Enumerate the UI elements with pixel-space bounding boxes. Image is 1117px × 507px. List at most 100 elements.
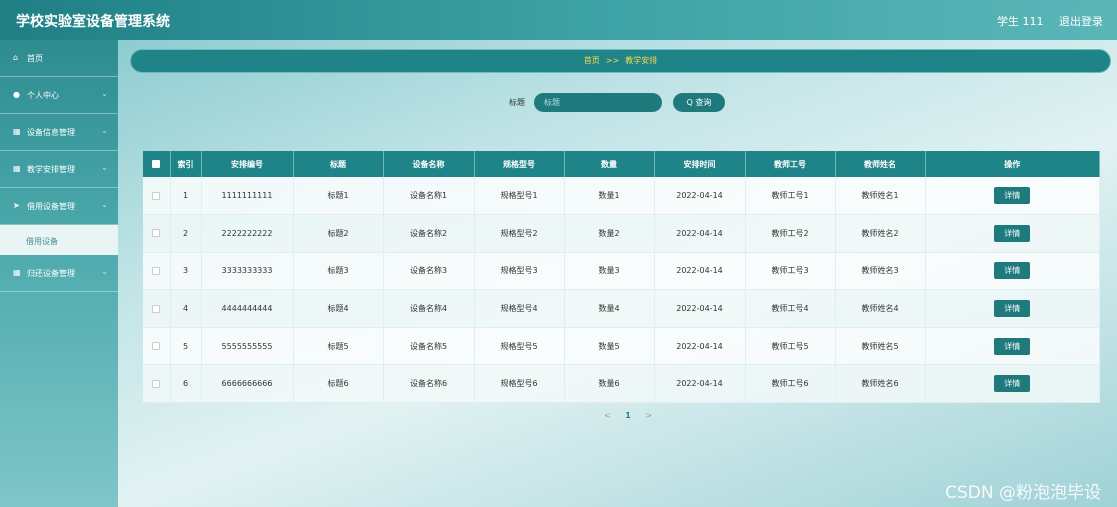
table-cell: 规格型号3 xyxy=(474,252,565,291)
table-cell: 5 xyxy=(170,327,202,366)
detail-button[interactable]: 详情 xyxy=(994,337,1031,355)
detail-button[interactable]: 详情 xyxy=(994,187,1031,205)
row-checkbox[interactable] xyxy=(152,191,161,200)
detail-button[interactable]: 详情 xyxy=(994,375,1031,393)
sidebar-item-equipment-info[interactable]: ▦ 设备信息管理 ⌄ xyxy=(0,114,118,151)
table-row: 4 4444444444 标题4 设备名称4 规格型号4 数量4 2022-04-14 教师工… xyxy=(143,289,1100,328)
select-all-checkbox[interactable] xyxy=(152,160,161,168)
logout-link[interactable]: 退出登录 xyxy=(1059,15,1103,28)
table-cell: 教师工号1 xyxy=(745,177,836,216)
table-cell: 教师姓名5 xyxy=(835,327,926,366)
table-cell: 标题1 xyxy=(293,177,384,216)
row-checkbox[interactable] xyxy=(152,229,161,238)
table-cell: 3 xyxy=(170,252,202,291)
table-cell: 教师姓名4 xyxy=(835,289,926,328)
table-cell: 1 xyxy=(170,177,202,216)
action-cell: 详情 xyxy=(925,252,1100,291)
table-cell: 教师姓名3 xyxy=(835,252,926,291)
table-cell: 标题3 xyxy=(293,252,384,291)
table-cell: 教师工号2 xyxy=(745,214,836,253)
sidebar-item-teaching-schedule[interactable]: ▦ 教学安排管理 ⌄ xyxy=(0,151,118,188)
row-select-cell xyxy=(143,177,171,216)
grid-icon: ▦ xyxy=(13,164,21,173)
query-button[interactable]: Q 查询 xyxy=(673,93,725,112)
table-cell: 规格型号1 xyxy=(474,177,565,216)
table-row: 3 3333333333 标题3 设备名称3 规格型号3 数量3 2022-04-14 教师工… xyxy=(143,252,1100,291)
table-cell: 教师工号5 xyxy=(745,327,836,366)
row-select-cell xyxy=(143,327,171,366)
action-cell: 详情 xyxy=(925,364,1100,404)
sidebar-item-label: 借用设备管理 xyxy=(27,202,75,211)
current-page[interactable]: 1 xyxy=(625,411,631,420)
grid-icon: ▦ xyxy=(13,127,21,136)
chevron-down-icon: ⌄ xyxy=(101,126,108,135)
pagination: < 1 > xyxy=(598,411,658,420)
search-input[interactable] xyxy=(534,93,662,112)
sidebar-subitem-borrow[interactable]: 借用设备 xyxy=(0,225,118,255)
column-header: 安排编号 xyxy=(201,151,294,177)
table-cell: 教师工号6 xyxy=(745,364,836,404)
row-checkbox[interactable] xyxy=(152,342,161,351)
breadcrumb: 首页 >> 教学安排 xyxy=(130,49,1111,73)
row-checkbox[interactable] xyxy=(152,304,161,313)
action-cell: 详情 xyxy=(925,177,1100,216)
sidebar-item-label: 设备信息管理 xyxy=(27,128,75,137)
send-icon: ➤ xyxy=(13,201,20,210)
data-table: 索引 安排编号 标题 设备名称 规格型号 数量 安排时间 教师工号 教师姓名 操… xyxy=(143,151,1100,404)
data-table-container: 索引 安排编号 标题 设备名称 规格型号 数量 安排时间 教师工号 教师姓名 操… xyxy=(143,151,1100,404)
next-page-button[interactable]: > xyxy=(645,411,652,420)
table-cell: 规格型号4 xyxy=(474,289,565,328)
chevron-down-icon: ⌄ xyxy=(101,200,108,209)
sidebar-item-label: 首页 xyxy=(27,54,43,63)
table-cell: 数量3 xyxy=(564,252,655,291)
select-all-header xyxy=(143,151,171,177)
table-cell: 2022-04-14 xyxy=(654,177,746,216)
breadcrumb-home[interactable]: 首页 xyxy=(584,56,600,65)
sidebar-item-borrow-equipment[interactable]: ➤ 借用设备管理 ⌄ xyxy=(0,188,118,225)
detail-button[interactable]: 详情 xyxy=(994,262,1031,280)
detail-button[interactable]: 详情 xyxy=(994,224,1031,242)
sidebar-item-label: 教学安排管理 xyxy=(27,165,75,174)
table-cell: 2022-04-14 xyxy=(654,364,746,404)
table-cell: 设备名称4 xyxy=(383,289,475,328)
row-select-cell xyxy=(143,214,171,253)
table-cell: 3333333333 xyxy=(201,252,294,291)
app-title: 学校实验室设备管理系统 xyxy=(16,14,170,30)
prev-page-button[interactable]: < xyxy=(604,411,611,420)
table-cell: 标题6 xyxy=(293,364,384,404)
row-select-cell xyxy=(143,289,171,328)
table-cell: 规格型号6 xyxy=(474,364,565,404)
column-header: 标题 xyxy=(293,151,384,177)
table-cell: 2022-04-14 xyxy=(654,327,746,366)
table-cell: 规格型号2 xyxy=(474,214,565,253)
row-checkbox[interactable] xyxy=(152,379,161,388)
row-checkbox[interactable] xyxy=(152,266,161,275)
table-cell: 规格型号5 xyxy=(474,327,565,366)
table-cell: 1111111111 xyxy=(201,177,294,216)
user-box: 学生 111 退出登录 xyxy=(985,13,1103,29)
action-cell: 详情 xyxy=(925,214,1100,253)
action-cell: 详情 xyxy=(925,289,1100,328)
detail-button[interactable]: 详情 xyxy=(994,300,1031,318)
table-cell: 数量2 xyxy=(564,214,655,253)
table-cell: 数量6 xyxy=(564,364,655,404)
table-body: 1 1111111111 标题1 设备名称1 规格型号1 数量1 2022-04-14 教师工… xyxy=(143,177,1100,404)
table-cell: 6666666666 xyxy=(201,364,294,404)
sidebar-item-return-equipment[interactable]: ▦ 归还设备管理 ⌄ xyxy=(0,255,118,292)
column-header: 教师工号 xyxy=(745,151,836,177)
breadcrumb-current: 教学安排 xyxy=(625,56,658,65)
column-header: 教师姓名 xyxy=(835,151,926,177)
column-header: 设备名称 xyxy=(383,151,475,177)
table-header-row: 索引 安排编号 标题 设备名称 规格型号 数量 安排时间 教师工号 教师姓名 操… xyxy=(143,151,1100,177)
table-cell: 4 xyxy=(170,289,202,328)
table-cell: 标题2 xyxy=(293,214,384,253)
table-cell: 数量4 xyxy=(564,289,655,328)
table-cell: 6 xyxy=(170,364,202,404)
sidebar-item-label: 归还设备管理 xyxy=(27,269,75,278)
table-row: 5 5555555555 标题5 设备名称5 规格型号5 数量5 2022-04-14 教师工… xyxy=(143,327,1100,366)
column-header: 安排时间 xyxy=(654,151,746,177)
sidebar-item-home[interactable]: ⌂ 首页 xyxy=(0,40,118,77)
column-header: 索引 xyxy=(170,151,202,177)
chevron-down-icon: ⌄ xyxy=(101,267,108,276)
top-header: 学校实验室设备管理系统 学生 111 退出登录 xyxy=(0,0,1117,40)
